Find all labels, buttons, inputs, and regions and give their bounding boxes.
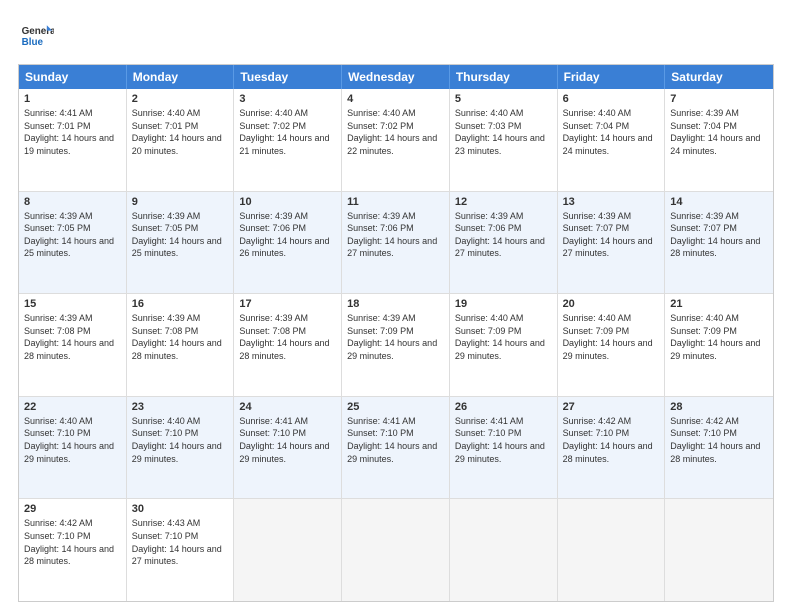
calendar-cell-6: 6Sunrise: 4:40 AMSunset: 7:04 PMDaylight… (558, 89, 666, 191)
logo-icon: General Blue (18, 18, 54, 54)
calendar-cell-29: 29Sunrise: 4:42 AMSunset: 7:10 PMDayligh… (19, 499, 127, 601)
calendar-cell-2: 2Sunrise: 4:40 AMSunset: 7:01 PMDaylight… (127, 89, 235, 191)
calendar-cell-15: 15Sunrise: 4:39 AMSunset: 7:08 PMDayligh… (19, 294, 127, 396)
calendar-cell-4: 4Sunrise: 4:40 AMSunset: 7:02 PMDaylight… (342, 89, 450, 191)
calendar-cell-16: 16Sunrise: 4:39 AMSunset: 7:08 PMDayligh… (127, 294, 235, 396)
calendar-cell-1: 1Sunrise: 4:41 AMSunset: 7:01 PMDaylight… (19, 89, 127, 191)
header-day-wednesday: Wednesday (342, 65, 450, 89)
calendar-cell-28: 28Sunrise: 4:42 AMSunset: 7:10 PMDayligh… (665, 397, 773, 499)
calendar-cell-30: 30Sunrise: 4:43 AMSunset: 7:10 PMDayligh… (127, 499, 235, 601)
calendar-cell-empty (450, 499, 558, 601)
calendar-cell-7: 7Sunrise: 4:39 AMSunset: 7:04 PMDaylight… (665, 89, 773, 191)
calendar-header: SundayMondayTuesdayWednesdayThursdayFrid… (19, 65, 773, 89)
calendar-cell-24: 24Sunrise: 4:41 AMSunset: 7:10 PMDayligh… (234, 397, 342, 499)
calendar-cell-3: 3Sunrise: 4:40 AMSunset: 7:02 PMDaylight… (234, 89, 342, 191)
calendar-cell-14: 14Sunrise: 4:39 AMSunset: 7:07 PMDayligh… (665, 192, 773, 294)
calendar-cell-13: 13Sunrise: 4:39 AMSunset: 7:07 PMDayligh… (558, 192, 666, 294)
header-day-friday: Friday (558, 65, 666, 89)
calendar-body: 1Sunrise: 4:41 AMSunset: 7:01 PMDaylight… (19, 89, 773, 601)
calendar-cell-9: 9Sunrise: 4:39 AMSunset: 7:05 PMDaylight… (127, 192, 235, 294)
calendar-row-1: 8Sunrise: 4:39 AMSunset: 7:05 PMDaylight… (19, 191, 773, 294)
calendar-cell-empty (342, 499, 450, 601)
calendar-row-4: 29Sunrise: 4:42 AMSunset: 7:10 PMDayligh… (19, 498, 773, 601)
calendar-cell-11: 11Sunrise: 4:39 AMSunset: 7:06 PMDayligh… (342, 192, 450, 294)
calendar-cell-27: 27Sunrise: 4:42 AMSunset: 7:10 PMDayligh… (558, 397, 666, 499)
calendar-cell-5: 5Sunrise: 4:40 AMSunset: 7:03 PMDaylight… (450, 89, 558, 191)
calendar-cell-10: 10Sunrise: 4:39 AMSunset: 7:06 PMDayligh… (234, 192, 342, 294)
calendar-cell-empty (558, 499, 666, 601)
header: General Blue (18, 18, 774, 54)
header-day-thursday: Thursday (450, 65, 558, 89)
calendar-cell-22: 22Sunrise: 4:40 AMSunset: 7:10 PMDayligh… (19, 397, 127, 499)
calendar-cell-18: 18Sunrise: 4:39 AMSunset: 7:09 PMDayligh… (342, 294, 450, 396)
calendar-cell-17: 17Sunrise: 4:39 AMSunset: 7:08 PMDayligh… (234, 294, 342, 396)
calendar-row-3: 22Sunrise: 4:40 AMSunset: 7:10 PMDayligh… (19, 396, 773, 499)
calendar-cell-20: 20Sunrise: 4:40 AMSunset: 7:09 PMDayligh… (558, 294, 666, 396)
header-day-sunday: Sunday (19, 65, 127, 89)
calendar-cell-21: 21Sunrise: 4:40 AMSunset: 7:09 PMDayligh… (665, 294, 773, 396)
calendar-cell-26: 26Sunrise: 4:41 AMSunset: 7:10 PMDayligh… (450, 397, 558, 499)
logo: General Blue (18, 18, 54, 54)
calendar-cell-12: 12Sunrise: 4:39 AMSunset: 7:06 PMDayligh… (450, 192, 558, 294)
header-day-saturday: Saturday (665, 65, 773, 89)
calendar-cell-empty (234, 499, 342, 601)
header-day-monday: Monday (127, 65, 235, 89)
calendar-cell-25: 25Sunrise: 4:41 AMSunset: 7:10 PMDayligh… (342, 397, 450, 499)
calendar-cell-23: 23Sunrise: 4:40 AMSunset: 7:10 PMDayligh… (127, 397, 235, 499)
calendar-cell-19: 19Sunrise: 4:40 AMSunset: 7:09 PMDayligh… (450, 294, 558, 396)
calendar-row-2: 15Sunrise: 4:39 AMSunset: 7:08 PMDayligh… (19, 293, 773, 396)
svg-text:Blue: Blue (22, 37, 44, 48)
calendar: SundayMondayTuesdayWednesdayThursdayFrid… (18, 64, 774, 602)
header-day-tuesday: Tuesday (234, 65, 342, 89)
calendar-cell-8: 8Sunrise: 4:39 AMSunset: 7:05 PMDaylight… (19, 192, 127, 294)
page: General Blue SundayMondayTuesdayWednesda… (0, 0, 792, 612)
calendar-row-0: 1Sunrise: 4:41 AMSunset: 7:01 PMDaylight… (19, 89, 773, 191)
calendar-cell-empty (665, 499, 773, 601)
